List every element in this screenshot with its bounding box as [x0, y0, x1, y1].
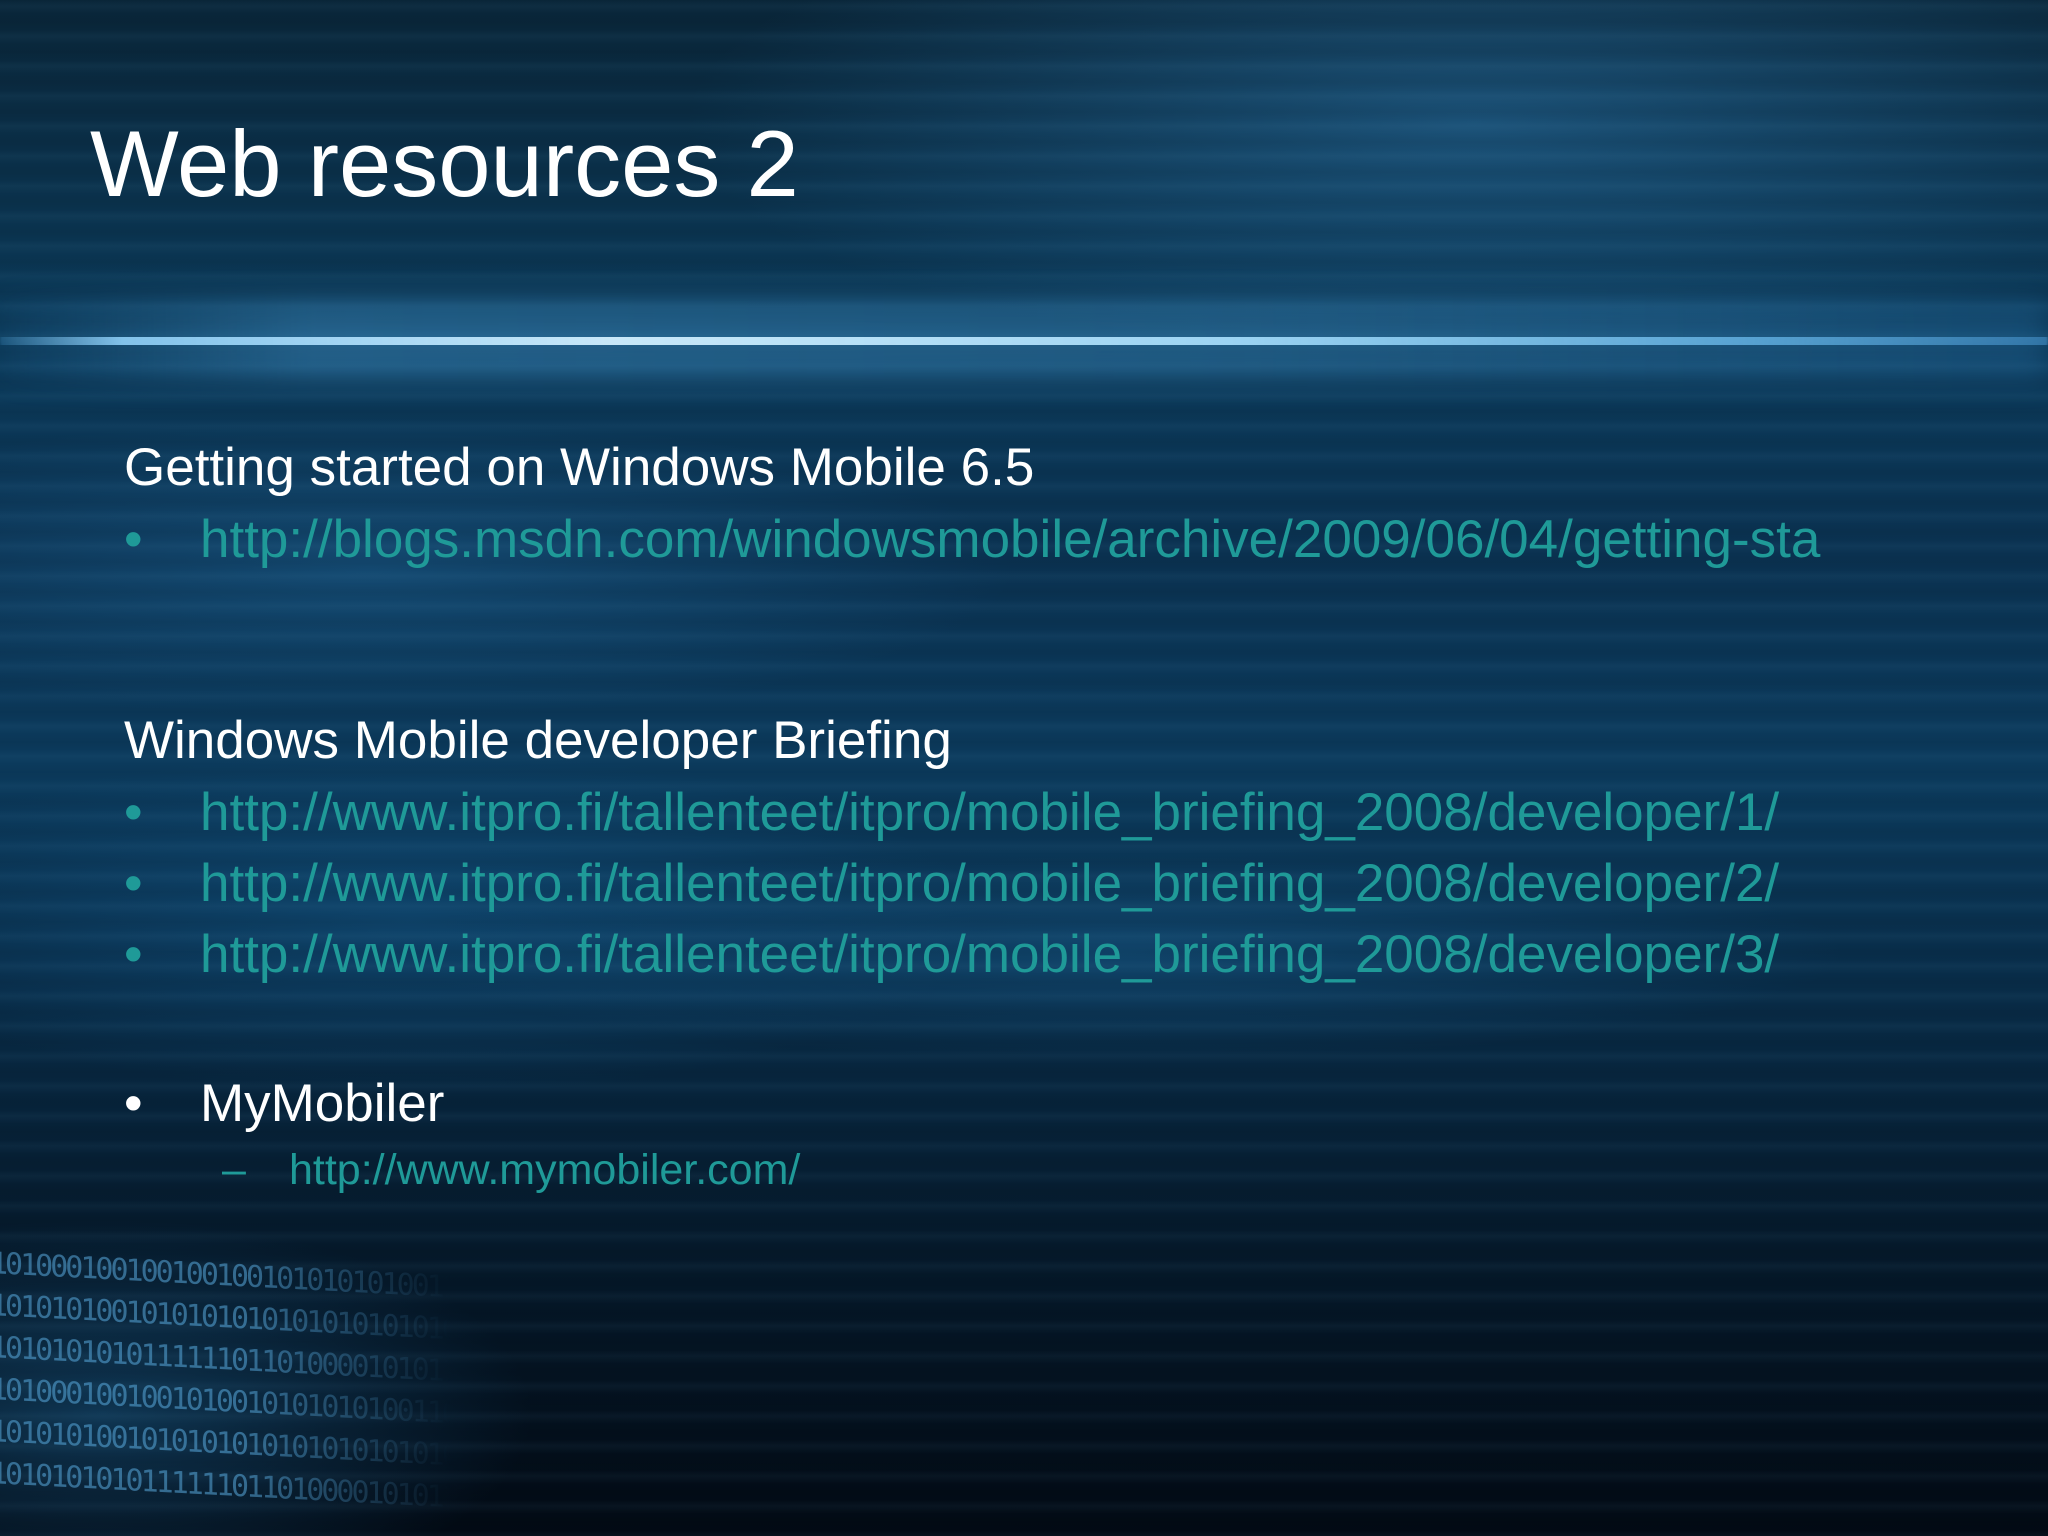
link-developer-briefing-3[interactable]: http://www.itpro.fi/tallenteet/itpro/mob… [200, 925, 1779, 984]
sub-bullet-item: – http://www.mymobiler.com/ [124, 1139, 1924, 1201]
bullet-item: • http://blogs.msdn.com/windowsmobile/ar… [124, 504, 2048, 575]
link-getting-started[interactable]: http://blogs.msdn.com/windowsmobile/arch… [200, 510, 1820, 569]
slide-content: Getting started on Windows Mobile 6.5 • … [124, 432, 1924, 1201]
bullet-item: • http://www.itpro.fi/tallenteet/itpro/m… [124, 848, 1924, 919]
bullet-item-mymobiler: • MyMobiler [124, 1068, 1924, 1139]
bullet-icon: • [124, 925, 143, 984]
slide-title: Web resources 2 [90, 111, 799, 216]
slide: 1010001001001001001010101010011001 10101… [0, 0, 2048, 1536]
section-heading-getting-started: Getting started on Windows Mobile 6.5 [124, 438, 1035, 497]
link-mymobiler[interactable]: http://www.mymobiler.com/ [289, 1146, 800, 1194]
bullet-item: • http://www.itpro.fi/tallenteet/itpro/m… [124, 919, 1924, 990]
bullet-icon: • [124, 510, 143, 569]
section-heading-developer-briefing: Windows Mobile developer Briefing [124, 711, 952, 770]
mymobiler-label: MyMobiler [200, 1074, 445, 1133]
bullet-icon: • [124, 854, 143, 913]
dash-icon: – [222, 1146, 246, 1194]
bullet-icon: • [124, 1074, 143, 1133]
bullet-item: • http://www.itpro.fi/tallenteet/itpro/m… [124, 777, 1924, 848]
bullet-icon: • [124, 783, 143, 842]
link-developer-briefing-2[interactable]: http://www.itpro.fi/tallenteet/itpro/mob… [200, 854, 1779, 913]
binary-decoration: 1010001001001001001010101010011001 10101… [0, 1245, 450, 1518]
link-developer-briefing-1[interactable]: http://www.itpro.fi/tallenteet/itpro/mob… [200, 783, 1779, 842]
